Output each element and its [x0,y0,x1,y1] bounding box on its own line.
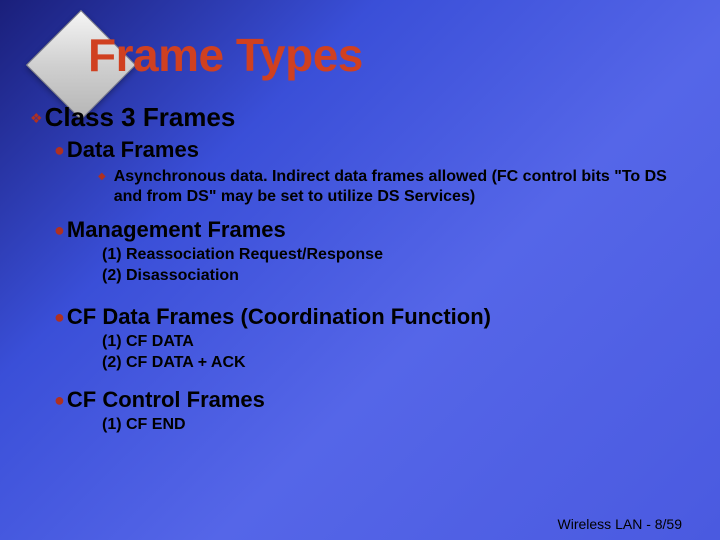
section-label: CF Control Frames [67,387,265,413]
data-frames-sub-text: Asynchronous data. Indirect data frames … [114,167,674,207]
section-label: CF Data Frames (Coordination Function) [67,304,491,330]
section-label: Data Frames [67,137,199,163]
list-item: (2) Disassociation [102,266,690,286]
list-item: (1) CF END [102,415,690,435]
section-data-frames: ● Data Frames [54,137,690,163]
circle-bullet-icon: ● [54,221,65,239]
slide-footer: Wireless LAN - 8/59 [558,516,682,532]
class-heading-text: Class 3 Frames [45,102,236,133]
section-mgmt-frames: ● Management Frames [54,217,690,243]
circle-bullet-icon: ● [54,391,65,409]
slide-content: ❖ Class 3 Frames ● Data Frames ◆ Asynchr… [30,102,690,435]
section-cf-data: ● CF Data Frames (Coordination Function) [54,304,690,330]
data-frames-sub: ◆ Asynchronous data. Indirect data frame… [98,167,690,207]
circle-bullet-icon: ● [54,141,65,159]
diamond-bullet-icon: ❖ [30,110,43,127]
list-item: (1) Reassociation Request/Response [102,245,690,265]
circle-bullet-icon: ● [54,308,65,326]
class-heading-row: ❖ Class 3 Frames [30,102,690,133]
section-label: Management Frames [67,217,286,243]
list-item: (2) CF DATA + ACK [102,353,690,373]
slide-title: Frame Types [88,28,363,82]
section-cf-control: ● CF Control Frames [54,387,690,413]
list-item: (1) CF DATA [102,332,690,352]
small-diamond-bullet-icon: ◆ [98,171,106,182]
